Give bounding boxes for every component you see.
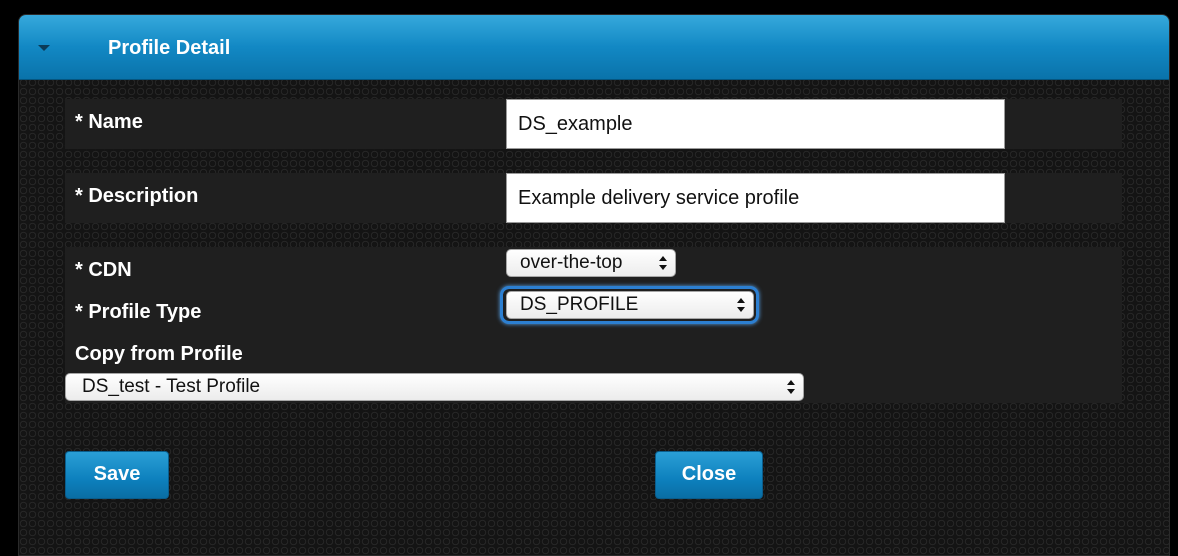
dialog-title: Profile Detail — [108, 37, 231, 59]
profile-type-select[interactable]: DS_PROFILE — [506, 291, 754, 319]
up-down-arrows-icon — [787, 380, 795, 394]
copy-from-profile-selected-value: DS_test - Test Profile — [82, 376, 261, 397]
description-row: * Description Example delivery service p… — [65, 173, 1122, 223]
cdn-label: * CDN — [75, 259, 132, 281]
save-button[interactable]: Save — [65, 451, 169, 499]
name-label: * Name — [75, 111, 143, 133]
description-input[interactable]: Example delivery service profile — [506, 173, 1005, 223]
cdn-select[interactable]: over-the-top — [506, 249, 676, 277]
up-down-arrows-icon — [737, 298, 745, 312]
copy-from-profile-select[interactable]: DS_test - Test Profile — [65, 373, 804, 401]
close-button[interactable]: Close — [655, 451, 763, 499]
profile-type-selected-value: DS_PROFILE — [520, 294, 639, 315]
name-row: * Name DS_example — [65, 99, 1122, 149]
profile-detail-dialog: Profile Detail * Name DS_example * Descr… — [18, 14, 1170, 556]
dialog-titlebar: Profile Detail — [19, 15, 1169, 80]
up-down-arrows-icon — [659, 256, 667, 270]
copy-from-profile-label: Copy from Profile — [75, 343, 243, 365]
profile-type-label: * Profile Type — [75, 301, 202, 323]
settings-section: * CDN over-the-top * Profile Type DS_PRO… — [65, 247, 1122, 403]
name-input[interactable]: DS_example — [506, 99, 1005, 149]
description-label: * Description — [75, 185, 199, 207]
cdn-selected-value: over-the-top — [520, 252, 623, 273]
caret-down-icon[interactable] — [38, 45, 50, 51]
